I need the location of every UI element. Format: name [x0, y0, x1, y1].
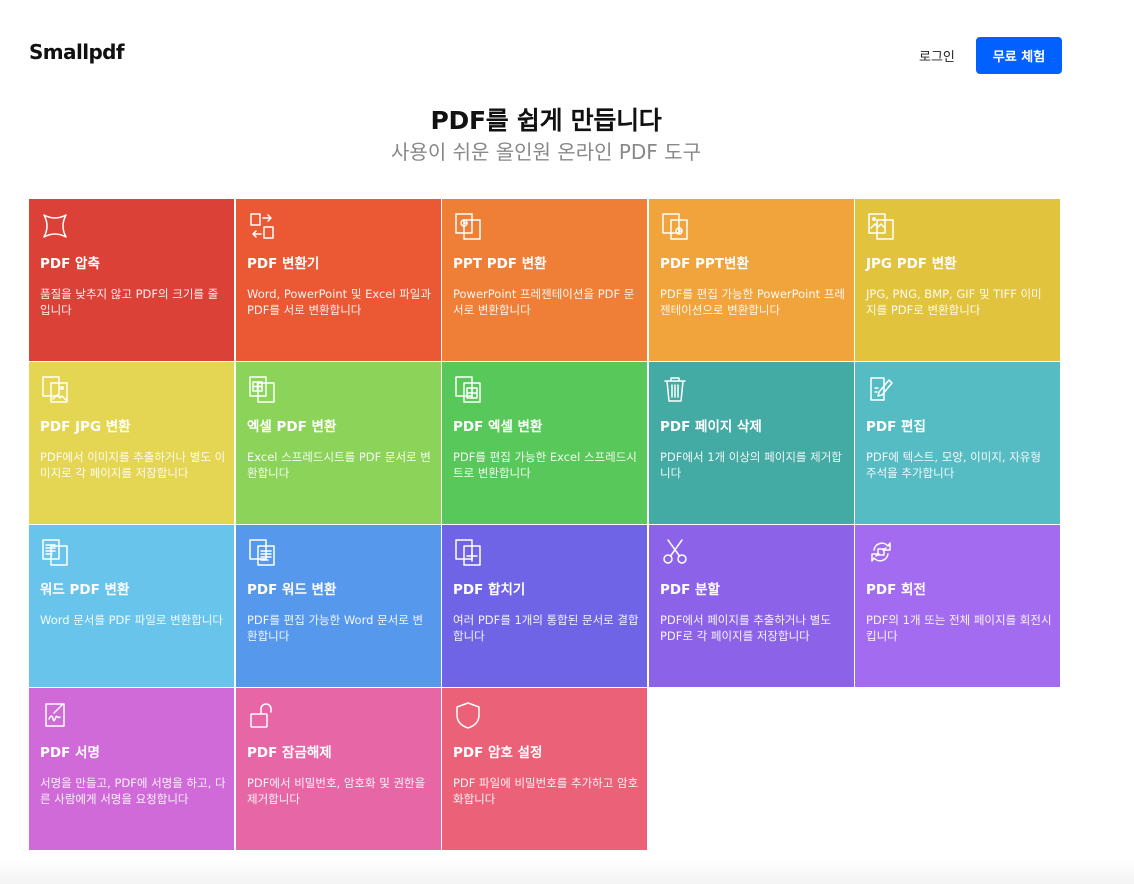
free-trial-button[interactable]: 무료 체험 — [976, 37, 1062, 74]
tool-title: PDF 압축 — [40, 256, 100, 272]
tool-tile[interactable]: PDF 엑셀 변환 PDF를 편집 가능한 Excel 스프레드시트로 변환합니다 — [442, 362, 647, 524]
word-to-pdf-icon — [40, 537, 70, 567]
tool-title: PDF PPT변환 — [660, 256, 749, 272]
tool-title: PDF 회전 — [866, 582, 926, 598]
tool-description: PDF에서 이미지를 추출하거나 별도 이미지로 각 페이지를 저장합니다 — [40, 450, 226, 480]
edit-icon — [866, 374, 896, 404]
tool-description: PDF에서 비밀번호, 암호화 및 권한을 제거합니다 — [247, 776, 426, 806]
tool-title: PDF 편집 — [866, 419, 926, 435]
trash-icon — [660, 374, 690, 404]
tool-title: JPG PDF 변환 — [866, 256, 957, 272]
tool-tile[interactable]: PDF 압축품질을 낮추지 않고 PDF의 크기를 줄입니다 — [29, 199, 234, 361]
tool-tile[interactable]: PDF 합치기여러 PDF를 1개의 통합된 문서로 결합합니다 — [442, 525, 647, 687]
rotate-icon — [866, 537, 896, 567]
tool-title: 엑셀 PDF 변환 — [247, 419, 337, 435]
pdf-to-jpg-icon — [40, 374, 70, 404]
tool-tile[interactable]: PDF PPT변환 PDF를 편집 가능한 PowerPoint 프레젠테이션으로… — [649, 199, 854, 361]
excel-to-pdf-icon — [247, 374, 277, 404]
tool-description: 서명을 만들고, PDF에 서명을 하고, 다른 사람에게 서명을 요청합니다 — [40, 776, 226, 806]
tool-tile[interactable]: PDF 잠금해제 PDF에서 비밀번호, 암호화 및 권한을 제거합니다 — [236, 688, 441, 850]
tool-tile[interactable]: PDF 워드 변환 PDF를 편집 가능한 Word 문서로 변환합니다 — [236, 525, 441, 687]
tool-description: PowerPoint 프레젠테이션을 PDF 문서로 변환합니다 — [453, 287, 635, 317]
tool-title: PDF 변환기 — [247, 256, 320, 272]
convert-icon — [247, 211, 277, 241]
page-bottom-fade — [0, 858, 1134, 884]
tool-tile[interactable]: PDF 편집 PDF에 텍스트, 모양, 이미지, 자유형 주석을 추가합니다 — [855, 362, 1060, 524]
tool-title: PDF 페이지 삭제 — [660, 419, 762, 435]
tool-title: PDF 합치기 — [453, 582, 526, 598]
page-title: PDF를 쉽게 만듭니다 — [430, 106, 662, 135]
tool-description: PDF의 1개 또는 전체 페이지를 회전시킵니다 — [866, 613, 1052, 643]
tool-title: PDF 분할 — [660, 582, 720, 598]
sign-icon — [40, 700, 70, 730]
jpg-to-pdf-icon — [866, 211, 896, 241]
tool-description: Word 문서를 PDF 파일로 변환합니다 — [40, 613, 223, 627]
tool-title: PDF 서명 — [40, 745, 100, 761]
tool-description: PDF에서 1개 이상의 페이지를 제거합니다 — [660, 450, 842, 480]
tool-tile[interactable]: PDF 페이지 삭제 PDF에서 1개 이상의 페이지를 제거합니다 — [649, 362, 854, 524]
tool-tile[interactable]: PDF JPG 변환 PDF에서 이미지를 추출하거나 별도 이미지로 각 페이지… — [29, 362, 234, 524]
tool-tile[interactable]: PDF 변환기 Word, PowerPoint 및 Excel 파일과 PDF를… — [236, 199, 441, 361]
tool-description: PDF 파일에 비밀번호를 추가하고 암호화합니다 — [453, 776, 639, 806]
tool-title: PDF 워드 변환 — [247, 582, 337, 598]
tools-grid: PDF 압축품질을 낮추지 않고 PDF의 크기를 줄입니다 PDF 변환기 Wor… — [29, 199, 1061, 850]
logo[interactable]: Smallpdf — [29, 40, 125, 64]
pdf-to-excel-icon — [453, 374, 483, 404]
tool-description: PDF를 편집 가능한 PowerPoint 프레젠테이션으로 변환합니다 — [660, 287, 845, 317]
tool-title: PDF 엑셀 변환 — [453, 419, 543, 435]
tool-tile[interactable]: PDF 암호 설정 PDF 파일에 비밀번호를 추가하고 암호화합니다 — [442, 688, 647, 850]
shield-icon — [453, 700, 483, 730]
tool-tile[interactable]: 워드 PDF 변환 Word 문서를 PDF 파일로 변환합니다 — [29, 525, 234, 687]
pdf-to-word-icon — [247, 537, 277, 567]
tool-title: PPT PDF 변환 — [453, 256, 547, 272]
pdf-to-ppt-icon — [660, 211, 690, 241]
tool-tile[interactable]: PDF 서명서명을 만들고, PDF에 서명을 하고, 다른 사람에게 서명을 … — [29, 688, 234, 850]
page-subtitle: 사용이 쉬운 올인원 온라인 PDF 도구 — [391, 140, 701, 164]
tool-description: JPG, PNG, BMP, GIF 및 TIFF 이미지를 PDF로 변환합니… — [866, 287, 1042, 317]
compress-icon — [40, 211, 70, 241]
tool-tile[interactable]: 엑셀 PDF 변환 Excel 스프레드시트를 PDF 문서로 변환합니다 — [236, 362, 441, 524]
merge-icon — [453, 537, 483, 567]
unlock-icon — [247, 700, 277, 730]
tool-description: Excel 스프레드시트를 PDF 문서로 변환합니다 — [247, 450, 431, 480]
tool-tile[interactable]: PDF 분할 PDF에서 페이지를 추출하거나 별도 PDF로 각 페이지를 저장… — [649, 525, 854, 687]
tool-title: PDF 잠금해제 — [247, 745, 332, 761]
tool-description: PDF를 편집 가능한 Word 문서로 변환합니다 — [247, 613, 424, 643]
tool-description: PDF를 편집 가능한 Excel 스프레드시트로 변환합니다 — [453, 450, 637, 480]
tool-title: PDF 암호 설정 — [453, 745, 543, 761]
tool-description: PDF에서 페이지를 추출하거나 별도 PDF로 각 페이지를 저장합니다 — [660, 613, 831, 643]
login-link[interactable]: 로그인 — [919, 46, 955, 65]
hero: PDF를 쉽게 만듭니다 사용이 쉬운 올인원 온라인 PDF 도구 — [0, 104, 1092, 165]
tool-title: PDF JPG 변환 — [40, 419, 131, 435]
tool-description: Word, PowerPoint 및 Excel 파일과 PDF를 서로 변환합… — [247, 287, 431, 317]
tool-description: PDF에 텍스트, 모양, 이미지, 자유형 주석을 추가합니다 — [866, 450, 1041, 480]
tool-title: 워드 PDF 변환 — [40, 582, 130, 598]
scissors-icon — [660, 537, 690, 567]
tool-description: 품질을 낮추지 않고 PDF의 크기를 줄입니다 — [40, 287, 219, 317]
tool-tile[interactable]: PDF 회전 PDF의 1개 또는 전체 페이지를 회전시킵니다 — [855, 525, 1060, 687]
tool-description: 여러 PDF를 1개의 통합된 문서로 결합합니다 — [453, 613, 639, 643]
tool-tile[interactable]: PPT PDF 변환 PowerPoint 프레젠테이션을 PDF 문서로 변환합… — [442, 199, 647, 361]
ppt-to-pdf-icon — [453, 211, 483, 241]
tool-tile[interactable]: JPG PDF 변환 JPG, PNG, BMP, GIF 및 TIFF 이미지를… — [855, 199, 1060, 361]
